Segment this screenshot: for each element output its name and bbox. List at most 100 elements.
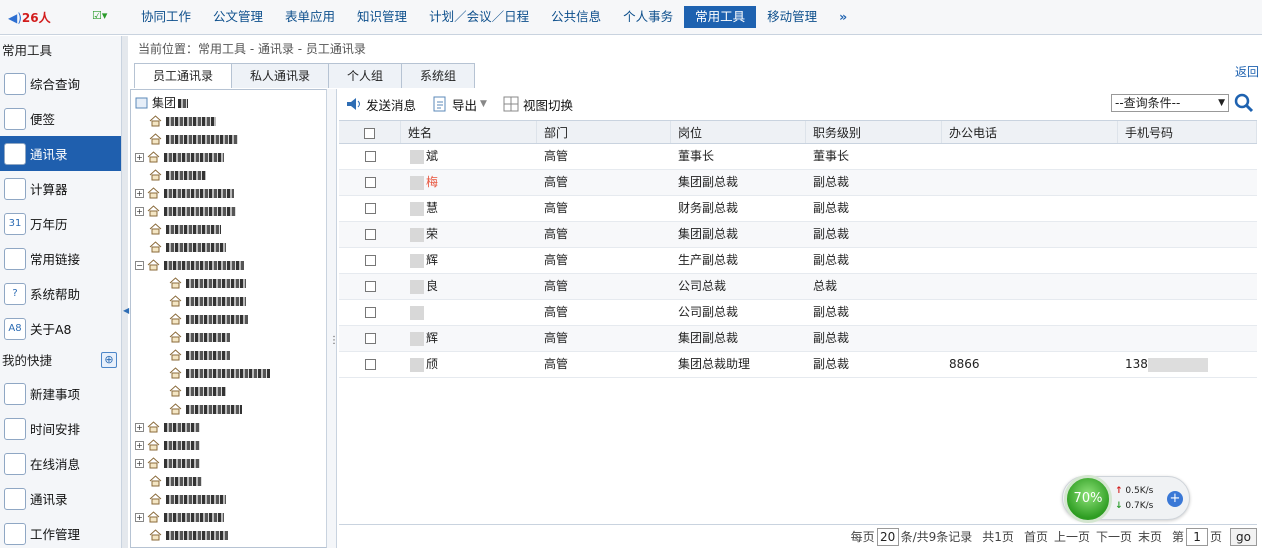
tree-node[interactable] bbox=[149, 472, 202, 490]
table-row[interactable]: 斌高管 董事长 董事长 bbox=[339, 144, 1257, 170]
tree-node[interactable] bbox=[169, 364, 270, 382]
tree-node[interactable]: + bbox=[135, 202, 236, 220]
cell-name[interactable]: 辉 bbox=[401, 248, 537, 273]
tree-node[interactable]: + bbox=[135, 184, 234, 202]
online-users[interactable]: ◀)26人 bbox=[8, 9, 51, 26]
cell-name[interactable]: 荣 bbox=[401, 222, 537, 247]
tab[interactable]: 员工通讯录 bbox=[134, 63, 233, 88]
table-row[interactable]: 颀高管 集团总裁助理 副总裁 8866 138 bbox=[339, 352, 1257, 378]
tree-node[interactable]: + bbox=[135, 418, 200, 436]
cell-name[interactable]: 慧 bbox=[401, 196, 537, 221]
row-checkbox[interactable] bbox=[339, 144, 401, 169]
nav-item[interactable]: 新建事项 bbox=[0, 376, 121, 411]
last-page-link[interactable]: 末页 bbox=[1138, 528, 1162, 545]
nav-item[interactable]: ? 系统帮助 bbox=[0, 276, 121, 311]
table-row[interactable]: 慧高管 财务副总裁 副总裁 bbox=[339, 196, 1257, 222]
status-dropdown[interactable]: ☑▾ bbox=[92, 9, 114, 25]
tree-splitter[interactable]: ⋮ bbox=[327, 89, 339, 548]
row-checkbox[interactable] bbox=[339, 352, 401, 377]
menu-item[interactable]: 常用工具 bbox=[684, 6, 757, 28]
tree-node[interactable] bbox=[169, 400, 242, 418]
menu-item[interactable]: 表单应用 bbox=[274, 6, 346, 28]
menu-item[interactable]: 计划／会议／日程 bbox=[418, 6, 540, 28]
nav-item[interactable]: 通讯录 bbox=[0, 481, 121, 516]
cell-name[interactable]: 辉 bbox=[401, 326, 537, 351]
table-row[interactable]: 辉高管 生产副总裁 副总裁 bbox=[339, 248, 1257, 274]
tree-node[interactable] bbox=[169, 292, 246, 310]
go-button[interactable]: go bbox=[1230, 527, 1257, 546]
next-page-link[interactable]: 下一页 bbox=[1096, 528, 1132, 545]
cell-name[interactable]: 梅 bbox=[401, 170, 537, 195]
row-checkbox[interactable] bbox=[339, 274, 401, 299]
tree-node[interactable] bbox=[149, 490, 226, 508]
column-header[interactable]: 职务级别 bbox=[806, 121, 942, 143]
query-condition-select[interactable]: --查询条件-- ▼ bbox=[1111, 94, 1229, 112]
nav-item[interactable]: 工作管理 bbox=[0, 516, 121, 551]
tree-node[interactable]: − bbox=[135, 256, 244, 274]
tree-node[interactable] bbox=[169, 382, 226, 400]
menu-item[interactable]: 个人事务 bbox=[612, 6, 684, 28]
row-checkbox[interactable] bbox=[339, 300, 401, 325]
tree-node[interactable]: + bbox=[135, 436, 200, 454]
cell-name[interactable]: 斌 bbox=[401, 144, 537, 169]
cell-name[interactable]: 良 bbox=[401, 274, 537, 299]
tree-node[interactable] bbox=[149, 526, 228, 544]
tab[interactable]: 个人组 bbox=[328, 63, 403, 88]
prev-page-link[interactable]: 上一页 bbox=[1054, 528, 1090, 545]
tree-node[interactable]: + bbox=[135, 454, 200, 472]
nav-item[interactable]: 便签 bbox=[0, 101, 121, 136]
tree-root[interactable]: 集团 bbox=[135, 94, 189, 112]
menu-item[interactable]: 公共信息 bbox=[540, 6, 612, 28]
tab[interactable]: 私人通讯录 bbox=[231, 63, 330, 88]
row-checkbox[interactable] bbox=[339, 222, 401, 247]
cell-name[interactable]: 颀 bbox=[401, 352, 537, 377]
table-row[interactable]: 辉高管 集团副总裁 副总裁 bbox=[339, 326, 1257, 352]
cell-name[interactable] bbox=[401, 300, 537, 325]
column-header[interactable]: 姓名 bbox=[401, 121, 537, 143]
row-checkbox[interactable] bbox=[339, 248, 401, 273]
tree-node[interactable] bbox=[169, 274, 246, 292]
network-monitor-widget[interactable]: 70% ↑ 0.5K/s ↓ 0.7K/s + bbox=[1062, 475, 1190, 523]
table-row[interactable]: 梅高管 集团副总裁 副总裁 bbox=[339, 170, 1257, 196]
tree-node[interactable] bbox=[149, 112, 216, 130]
tree-node[interactable] bbox=[169, 328, 230, 346]
nav-item[interactable]: 常用链接 bbox=[0, 241, 121, 276]
add-shortcut-icon[interactable]: ⊕ bbox=[101, 352, 117, 368]
nav-item[interactable]: 31 万年历 bbox=[0, 206, 121, 241]
plus-icon[interactable]: + bbox=[1167, 491, 1183, 507]
page-size-input[interactable]: 20 bbox=[876, 527, 899, 546]
tree-node[interactable] bbox=[149, 238, 226, 256]
tree-node[interactable] bbox=[149, 130, 238, 148]
row-checkbox[interactable] bbox=[339, 326, 401, 351]
back-link[interactable]: 返回 bbox=[1235, 63, 1259, 80]
send-message-button[interactable]: 发送消息 bbox=[346, 95, 416, 114]
menu-item[interactable]: 公文管理 bbox=[202, 6, 274, 28]
page-number-input[interactable]: 1 bbox=[1186, 527, 1209, 546]
nav-item[interactable]: 综合查询 bbox=[0, 66, 121, 101]
menu-item[interactable]: 移动管理 bbox=[756, 6, 828, 28]
nav-item[interactable]: 时间安排 bbox=[0, 411, 121, 446]
table-row[interactable]: 良高管 公司总裁 总裁 bbox=[339, 274, 1257, 300]
nav-item[interactable]: 在线消息 bbox=[0, 446, 121, 481]
column-header[interactable]: 办公电话 bbox=[942, 121, 1118, 143]
menu-item[interactable]: 协同工作 bbox=[130, 6, 202, 28]
view-switch-button[interactable]: 视图切换 bbox=[503, 95, 573, 114]
nav-item[interactable]: A8 关于A8 bbox=[0, 311, 121, 346]
column-header[interactable]: 岗位 bbox=[671, 121, 806, 143]
search-icon[interactable] bbox=[1234, 93, 1254, 113]
export-button[interactable]: 导出 ▼ bbox=[432, 95, 487, 114]
tree-node[interactable] bbox=[149, 166, 206, 184]
tree-node[interactable]: + bbox=[135, 148, 224, 166]
nav-item[interactable]: 通讯录 bbox=[0, 136, 121, 171]
column-header[interactable]: 手机号码 bbox=[1118, 121, 1257, 143]
table-row[interactable]: 荣高管 集团副总裁 副总裁 bbox=[339, 222, 1257, 248]
nav-item[interactable]: 计算器 bbox=[0, 171, 121, 206]
tree-node[interactable] bbox=[169, 310, 248, 328]
tree-node[interactable] bbox=[169, 346, 230, 364]
table-row[interactable]: 高管 公司副总裁 副总裁 bbox=[339, 300, 1257, 326]
row-checkbox[interactable] bbox=[339, 196, 401, 221]
tree-node[interactable] bbox=[149, 220, 221, 238]
row-checkbox[interactable] bbox=[339, 170, 401, 195]
tree-node[interactable]: + bbox=[135, 508, 224, 526]
select-all-checkbox[interactable] bbox=[339, 121, 401, 143]
